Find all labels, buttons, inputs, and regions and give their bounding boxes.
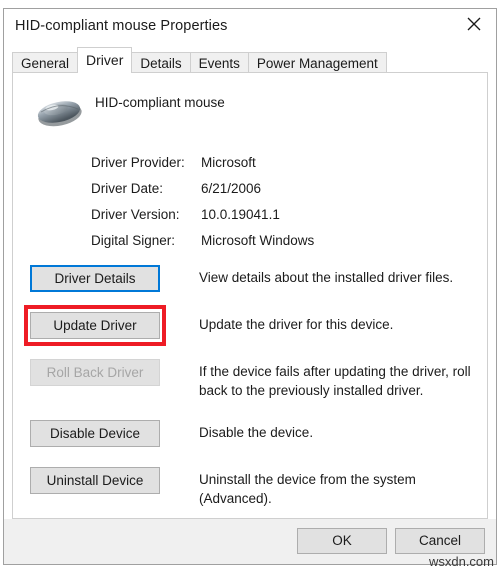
watermark: wsxdn.com bbox=[429, 554, 494, 569]
disable-device-slot: Disable Device bbox=[30, 420, 160, 447]
driver-actions: Driver Details View details about the in… bbox=[13, 265, 487, 528]
close-glyph bbox=[467, 17, 481, 31]
driver-version-value: 10.0.19041.1 bbox=[201, 207, 280, 222]
driver-date-row: Driver Date: 6/21/2006 bbox=[91, 181, 421, 207]
update-driver-row: Update Driver Update the driver for this… bbox=[13, 312, 487, 339]
driver-info-table: Driver Provider: Microsoft Driver Date: … bbox=[91, 155, 421, 259]
window-title: HID-compliant mouse Properties bbox=[15, 18, 228, 34]
digital-signer-row: Digital Signer: Microsoft Windows bbox=[91, 233, 421, 259]
tab-strip: General Driver Details Events Power Mana… bbox=[4, 47, 496, 73]
digital-signer-value: Microsoft Windows bbox=[201, 233, 314, 248]
driver-version-row: Driver Version: 10.0.19041.1 bbox=[91, 207, 421, 233]
disable-device-row: Disable Device Disable the device. bbox=[13, 420, 487, 447]
driver-provider-label: Driver Provider: bbox=[91, 155, 201, 170]
device-name: HID-compliant mouse bbox=[95, 95, 225, 110]
cancel-button[interactable]: Cancel bbox=[395, 528, 485, 554]
update-driver-description: Update the driver for this device. bbox=[160, 312, 471, 334]
roll-back-driver-slot: Roll Back Driver bbox=[30, 359, 160, 386]
driver-details-row: Driver Details View details about the in… bbox=[13, 265, 487, 292]
driver-date-value: 6/21/2006 bbox=[201, 181, 261, 196]
close-icon[interactable] bbox=[452, 9, 496, 41]
tab-details[interactable]: Details bbox=[131, 52, 190, 73]
properties-dialog: HID-compliant mouse Properties General D… bbox=[3, 8, 497, 565]
tab-driver[interactable]: Driver bbox=[77, 47, 132, 73]
tab-events[interactable]: Events bbox=[190, 52, 249, 73]
driver-date-label: Driver Date: bbox=[91, 181, 201, 196]
title-bar: HID-compliant mouse Properties bbox=[4, 9, 496, 47]
driver-provider-row: Driver Provider: Microsoft bbox=[91, 155, 421, 181]
uninstall-device-slot: Uninstall Device bbox=[30, 467, 160, 494]
digital-signer-label: Digital Signer: bbox=[91, 233, 201, 248]
disable-device-description: Disable the device. bbox=[160, 420, 471, 442]
ok-button[interactable]: OK bbox=[297, 528, 387, 554]
uninstall-device-button[interactable]: Uninstall Device bbox=[30, 467, 160, 494]
tab-general[interactable]: General bbox=[12, 52, 78, 73]
roll-back-driver-row: Roll Back Driver If the device fails aft… bbox=[13, 359, 487, 400]
driver-version-label: Driver Version: bbox=[91, 207, 201, 222]
update-driver-slot: Update Driver bbox=[30, 312, 160, 339]
footer-button-group: OK Cancel bbox=[297, 528, 485, 554]
driver-details-description: View details about the installed driver … bbox=[160, 265, 471, 287]
dialog-footer: OK Cancel bbox=[4, 519, 496, 564]
driver-details-button[interactable]: Driver Details bbox=[30, 265, 160, 292]
mouse-icon bbox=[35, 95, 85, 129]
tab-power-management[interactable]: Power Management bbox=[248, 52, 387, 73]
driver-tab-panel: HID-compliant mouse Driver Provider: Mic… bbox=[12, 72, 488, 519]
uninstall-device-description: Uninstall the device from the system (Ad… bbox=[160, 467, 471, 508]
driver-provider-value: Microsoft bbox=[201, 155, 256, 170]
disable-device-button[interactable]: Disable Device bbox=[30, 420, 160, 447]
uninstall-device-row: Uninstall Device Uninstall the device fr… bbox=[13, 467, 487, 508]
update-driver-button[interactable]: Update Driver bbox=[30, 312, 160, 339]
roll-back-driver-description: If the device fails after updating the d… bbox=[160, 359, 471, 400]
tab-list: General Driver Details Events Power Mana… bbox=[12, 47, 496, 73]
driver-details-slot: Driver Details bbox=[30, 265, 160, 292]
roll-back-driver-button: Roll Back Driver bbox=[30, 359, 160, 386]
